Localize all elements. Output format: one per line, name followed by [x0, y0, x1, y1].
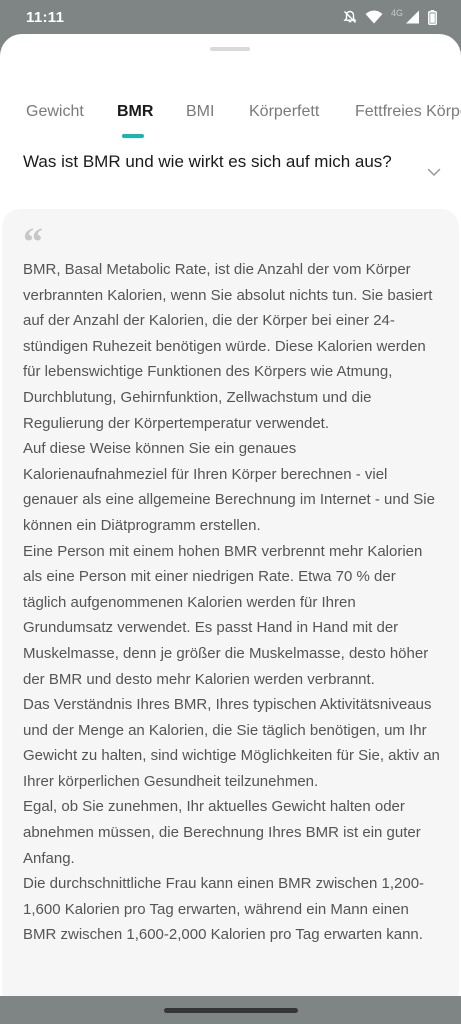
answer-card: “ BMR, Basal Metabolic Rate, ist die Anz…: [2, 209, 459, 996]
answer-paragraph: BMR, Basal Metabolic Rate, ist die Anzah…: [23, 261, 433, 432]
tab-bmr[interactable]: BMR: [117, 103, 153, 121]
drag-handle[interactable]: [210, 47, 250, 51]
tab-koerperfett[interactable]: Körperfett: [249, 103, 319, 121]
network-type-label: 4G: [390, 8, 403, 18]
quote-icon: “: [23, 219, 43, 264]
chevron-down-icon[interactable]: [425, 163, 443, 181]
active-tab-indicator: [122, 134, 144, 138]
answer-paragraph: Das Verständnis Ihres BMR, Ihres typisch…: [23, 696, 440, 790]
wifi-icon: [365, 10, 383, 24]
signal-icon: [405, 10, 420, 24]
status-time: 11:11: [26, 9, 65, 26]
answer-text: BMR, Basal Metabolic Rate, ist die Anzah…: [23, 257, 443, 948]
battery-icon: [428, 9, 437, 25]
status-bar: 11:11 4G: [0, 0, 461, 34]
navigation-bar: [0, 996, 461, 1024]
bottom-sheet: Gewicht BMR BMI Körperfett Fettfreies Kö…: [0, 34, 461, 996]
status-icons: 4G: [343, 8, 437, 26]
faq-question[interactable]: Was ist BMR und wie wirkt es sich auf mi…: [23, 151, 403, 172]
home-gesture-handle[interactable]: [164, 1008, 298, 1013]
tab-gewicht[interactable]: Gewicht: [26, 103, 84, 121]
tab-bar: Gewicht BMR BMI Körperfett Fettfreies Kö…: [0, 98, 461, 142]
do-not-disturb-icon: [343, 10, 357, 24]
answer-paragraph: Auf diese Weise können Sie ein genaues K…: [23, 440, 435, 534]
answer-paragraph: Egal, ob Sie zunehmen, Ihr aktuelles Gew…: [23, 798, 421, 867]
tab-fettfreies-koerpergewicht[interactable]: Fettfreies Körpe: [355, 103, 461, 121]
answer-paragraph: Die durchschnittliche Frau kann einen BM…: [23, 875, 425, 944]
answer-paragraph: Eine Person mit einem hohen BMR verbrenn…: [23, 542, 429, 688]
tab-bmi[interactable]: BMI: [186, 103, 214, 121]
